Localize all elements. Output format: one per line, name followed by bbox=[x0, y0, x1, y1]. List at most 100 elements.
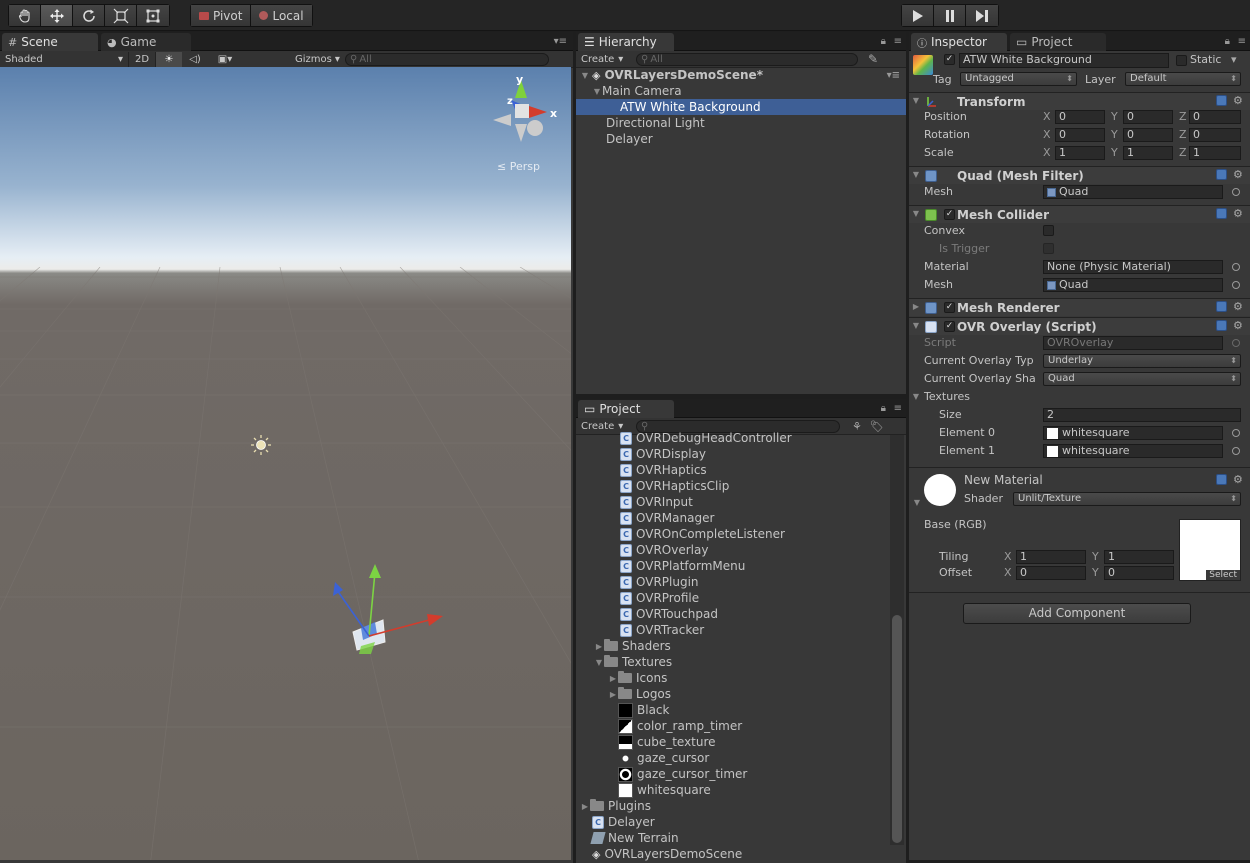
project-item[interactable]: C OVRInput bbox=[576, 494, 906, 510]
project-folder-textures[interactable]: ▼ Textures bbox=[576, 654, 906, 670]
project-item[interactable]: C OVRTracker bbox=[576, 622, 906, 638]
help-book-icon[interactable] bbox=[1216, 474, 1227, 485]
project-item[interactable]: C OVRTouchpad bbox=[576, 606, 906, 622]
help-book-icon[interactable] bbox=[1216, 95, 1227, 106]
project-item[interactable]: C OVRDisplay bbox=[576, 446, 906, 462]
scale-tool-button[interactable] bbox=[105, 5, 137, 26]
textures-size-field[interactable]: 2 bbox=[1043, 408, 1241, 422]
static-checkbox[interactable] bbox=[1176, 55, 1187, 66]
mesh-renderer-enabled-checkbox[interactable]: ✓ bbox=[944, 302, 955, 313]
gear-icon[interactable]: ⚙ bbox=[1233, 474, 1244, 485]
gear-icon[interactable]: ⚙ bbox=[1233, 169, 1244, 180]
textures-row[interactable]: ▼ Textures bbox=[909, 389, 1250, 406]
fold-arrow-icon[interactable]: ▼ bbox=[911, 321, 921, 330]
project-item[interactable]: C OVRHapticsClip bbox=[576, 478, 906, 494]
scale-z-field[interactable]: 1 bbox=[1189, 146, 1241, 160]
fold-arrow-icon[interactable]: ▼ bbox=[580, 71, 590, 80]
tab-project-secondary[interactable]: ▭ Project bbox=[1010, 33, 1106, 51]
project-texture-item[interactable]: color_ramp_timer bbox=[576, 718, 906, 734]
panel-menu-icon[interactable]: ≡ bbox=[1238, 36, 1246, 47]
project-item[interactable]: C OVRDebugHeadController bbox=[576, 430, 906, 446]
project-item[interactable]: C OVRHaptics bbox=[576, 462, 906, 478]
position-x-field[interactable]: 0 bbox=[1055, 110, 1105, 124]
light-sun-icon[interactable] bbox=[250, 434, 272, 456]
transform-header[interactable]: ▼ Transform ⚙ bbox=[909, 92, 1250, 110]
scene-root-row[interactable]: ▼ ◈ OVRLayersDemoScene* ▾≡ bbox=[576, 67, 906, 83]
offset-x-field[interactable]: 0 bbox=[1016, 566, 1086, 580]
fold-arrow-icon[interactable]: ▼ bbox=[911, 96, 921, 105]
fold-arrow-icon[interactable]: ▼ bbox=[911, 170, 921, 179]
panel-menu-icon[interactable]: ≡ bbox=[894, 36, 902, 47]
project-item[interactable]: ◈ OVRLayersDemoScene bbox=[576, 846, 906, 862]
help-book-icon[interactable] bbox=[1216, 169, 1227, 180]
collider-mesh-field[interactable]: Quad bbox=[1043, 278, 1223, 292]
play-button[interactable] bbox=[902, 5, 934, 26]
object-picker-icon[interactable] bbox=[1232, 447, 1240, 455]
help-book-icon[interactable] bbox=[1216, 208, 1227, 219]
object-picker-icon[interactable] bbox=[1232, 281, 1240, 289]
layer-dropdown[interactable]: Default bbox=[1125, 72, 1241, 86]
is-trigger-checkbox[interactable] bbox=[1043, 243, 1054, 254]
ovr-overlay-header[interactable]: ▼ ✓ OVR Overlay (Script) ⚙ bbox=[909, 317, 1250, 335]
fold-arrow-icon[interactable]: ▼ bbox=[594, 658, 604, 667]
tiling-y-field[interactable]: 1 bbox=[1104, 550, 1174, 564]
tiling-x-field[interactable]: 1 bbox=[1016, 550, 1086, 564]
position-y-field[interactable]: 0 bbox=[1123, 110, 1173, 124]
mesh-renderer-header[interactable]: ▶ ✓ Mesh Renderer ⚙ bbox=[909, 298, 1250, 316]
help-book-icon[interactable] bbox=[1216, 301, 1227, 312]
move-tool-button[interactable] bbox=[41, 5, 73, 26]
rotation-y-field[interactable]: 0 bbox=[1123, 128, 1173, 142]
fold-arrow-icon[interactable]: ▼ bbox=[912, 498, 922, 507]
gear-icon[interactable]: ⚙ bbox=[1233, 95, 1244, 106]
effects-dropdown[interactable]: ▣▾ bbox=[208, 52, 242, 67]
hierarchy-create-dropdown[interactable]: Create ▾ bbox=[576, 52, 636, 67]
tab-project[interactable]: ▭ Project bbox=[578, 400, 674, 418]
mode-2d-button[interactable]: 2D bbox=[128, 51, 156, 67]
scene-viewport[interactable]: y x z ≤ Persp bbox=[0, 67, 571, 860]
project-texture-item[interactable]: gaze_cursor_timer bbox=[576, 766, 906, 782]
overlay-type-dropdown[interactable]: Underlay bbox=[1043, 354, 1241, 368]
fold-arrow-icon[interactable]: ▶ bbox=[594, 642, 604, 651]
overlay-shape-dropdown[interactable]: Quad bbox=[1043, 372, 1241, 386]
ovr-overlay-enabled-checkbox[interactable]: ✓ bbox=[944, 321, 955, 332]
mesh-filter-header[interactable]: ▼ Quad (Mesh Filter) ⚙ bbox=[909, 166, 1250, 184]
object-picker-icon[interactable] bbox=[1232, 429, 1240, 437]
add-component-button[interactable]: Add Component bbox=[963, 603, 1191, 624]
audio-toggle[interactable]: ◁) bbox=[182, 52, 208, 67]
project-texture-item[interactable]: cube_texture bbox=[576, 734, 906, 750]
fold-arrow-icon[interactable]: ▶ bbox=[608, 674, 618, 683]
scale-y-field[interactable]: 1 bbox=[1123, 146, 1173, 160]
hierarchy-item-delayer[interactable]: Delayer bbox=[576, 131, 906, 147]
tab-scene[interactable]: # Scene bbox=[2, 33, 98, 51]
panel-menu-icon[interactable]: ▾≡ bbox=[554, 36, 567, 47]
local-button[interactable]: Local bbox=[251, 5, 312, 26]
element0-field[interactable]: whitesquare bbox=[1043, 426, 1223, 440]
project-texture-item[interactable]: whitesquare bbox=[576, 782, 906, 798]
convex-checkbox[interactable] bbox=[1043, 225, 1054, 236]
hierarchy-item-atw-white-background[interactable]: ATW White Background bbox=[576, 99, 906, 115]
lock-icon[interactable]: 🔒︎ bbox=[881, 36, 886, 47]
fold-arrow-icon[interactable]: ▼ bbox=[911, 209, 921, 218]
project-texture-item[interactable]: Black bbox=[576, 702, 906, 718]
tab-game[interactable]: ◕ Game bbox=[101, 33, 191, 51]
lock-icon[interactable]: 🔒︎ bbox=[1225, 36, 1230, 47]
shader-dropdown[interactable]: Unlit/Texture bbox=[1013, 492, 1241, 506]
offset-y-field[interactable]: 0 bbox=[1104, 566, 1174, 580]
pause-button[interactable] bbox=[934, 5, 966, 26]
rotation-x-field[interactable]: 0 bbox=[1055, 128, 1105, 142]
project-folder-logos[interactable]: ▶ Logos bbox=[576, 686, 906, 702]
gear-icon[interactable]: ⚙ bbox=[1233, 208, 1244, 219]
project-folder-shaders[interactable]: ▶ Shaders bbox=[576, 638, 906, 654]
projection-toggle[interactable]: ≤ Persp bbox=[497, 160, 540, 173]
project-folder-plugins[interactable]: ▶ Plugins bbox=[576, 798, 906, 814]
project-folder-icons[interactable]: ▶ Icons bbox=[576, 670, 906, 686]
move-gizmo[interactable] bbox=[325, 562, 455, 662]
hierarchy-item-main-camera[interactable]: ▼ Main Camera bbox=[576, 83, 906, 99]
project-item[interactable]: C OVROverlay bbox=[576, 542, 906, 558]
help-book-icon[interactable] bbox=[1216, 320, 1227, 331]
lock-icon[interactable]: 🔒︎ bbox=[881, 403, 886, 414]
project-item[interactable]: C OVROnCompleteListener bbox=[576, 526, 906, 542]
project-item[interactable]: C OVRPlatformMenu bbox=[576, 558, 906, 574]
fold-arrow-icon[interactable]: ▼ bbox=[592, 87, 602, 96]
fold-arrow-icon[interactable]: ▶ bbox=[911, 302, 921, 311]
